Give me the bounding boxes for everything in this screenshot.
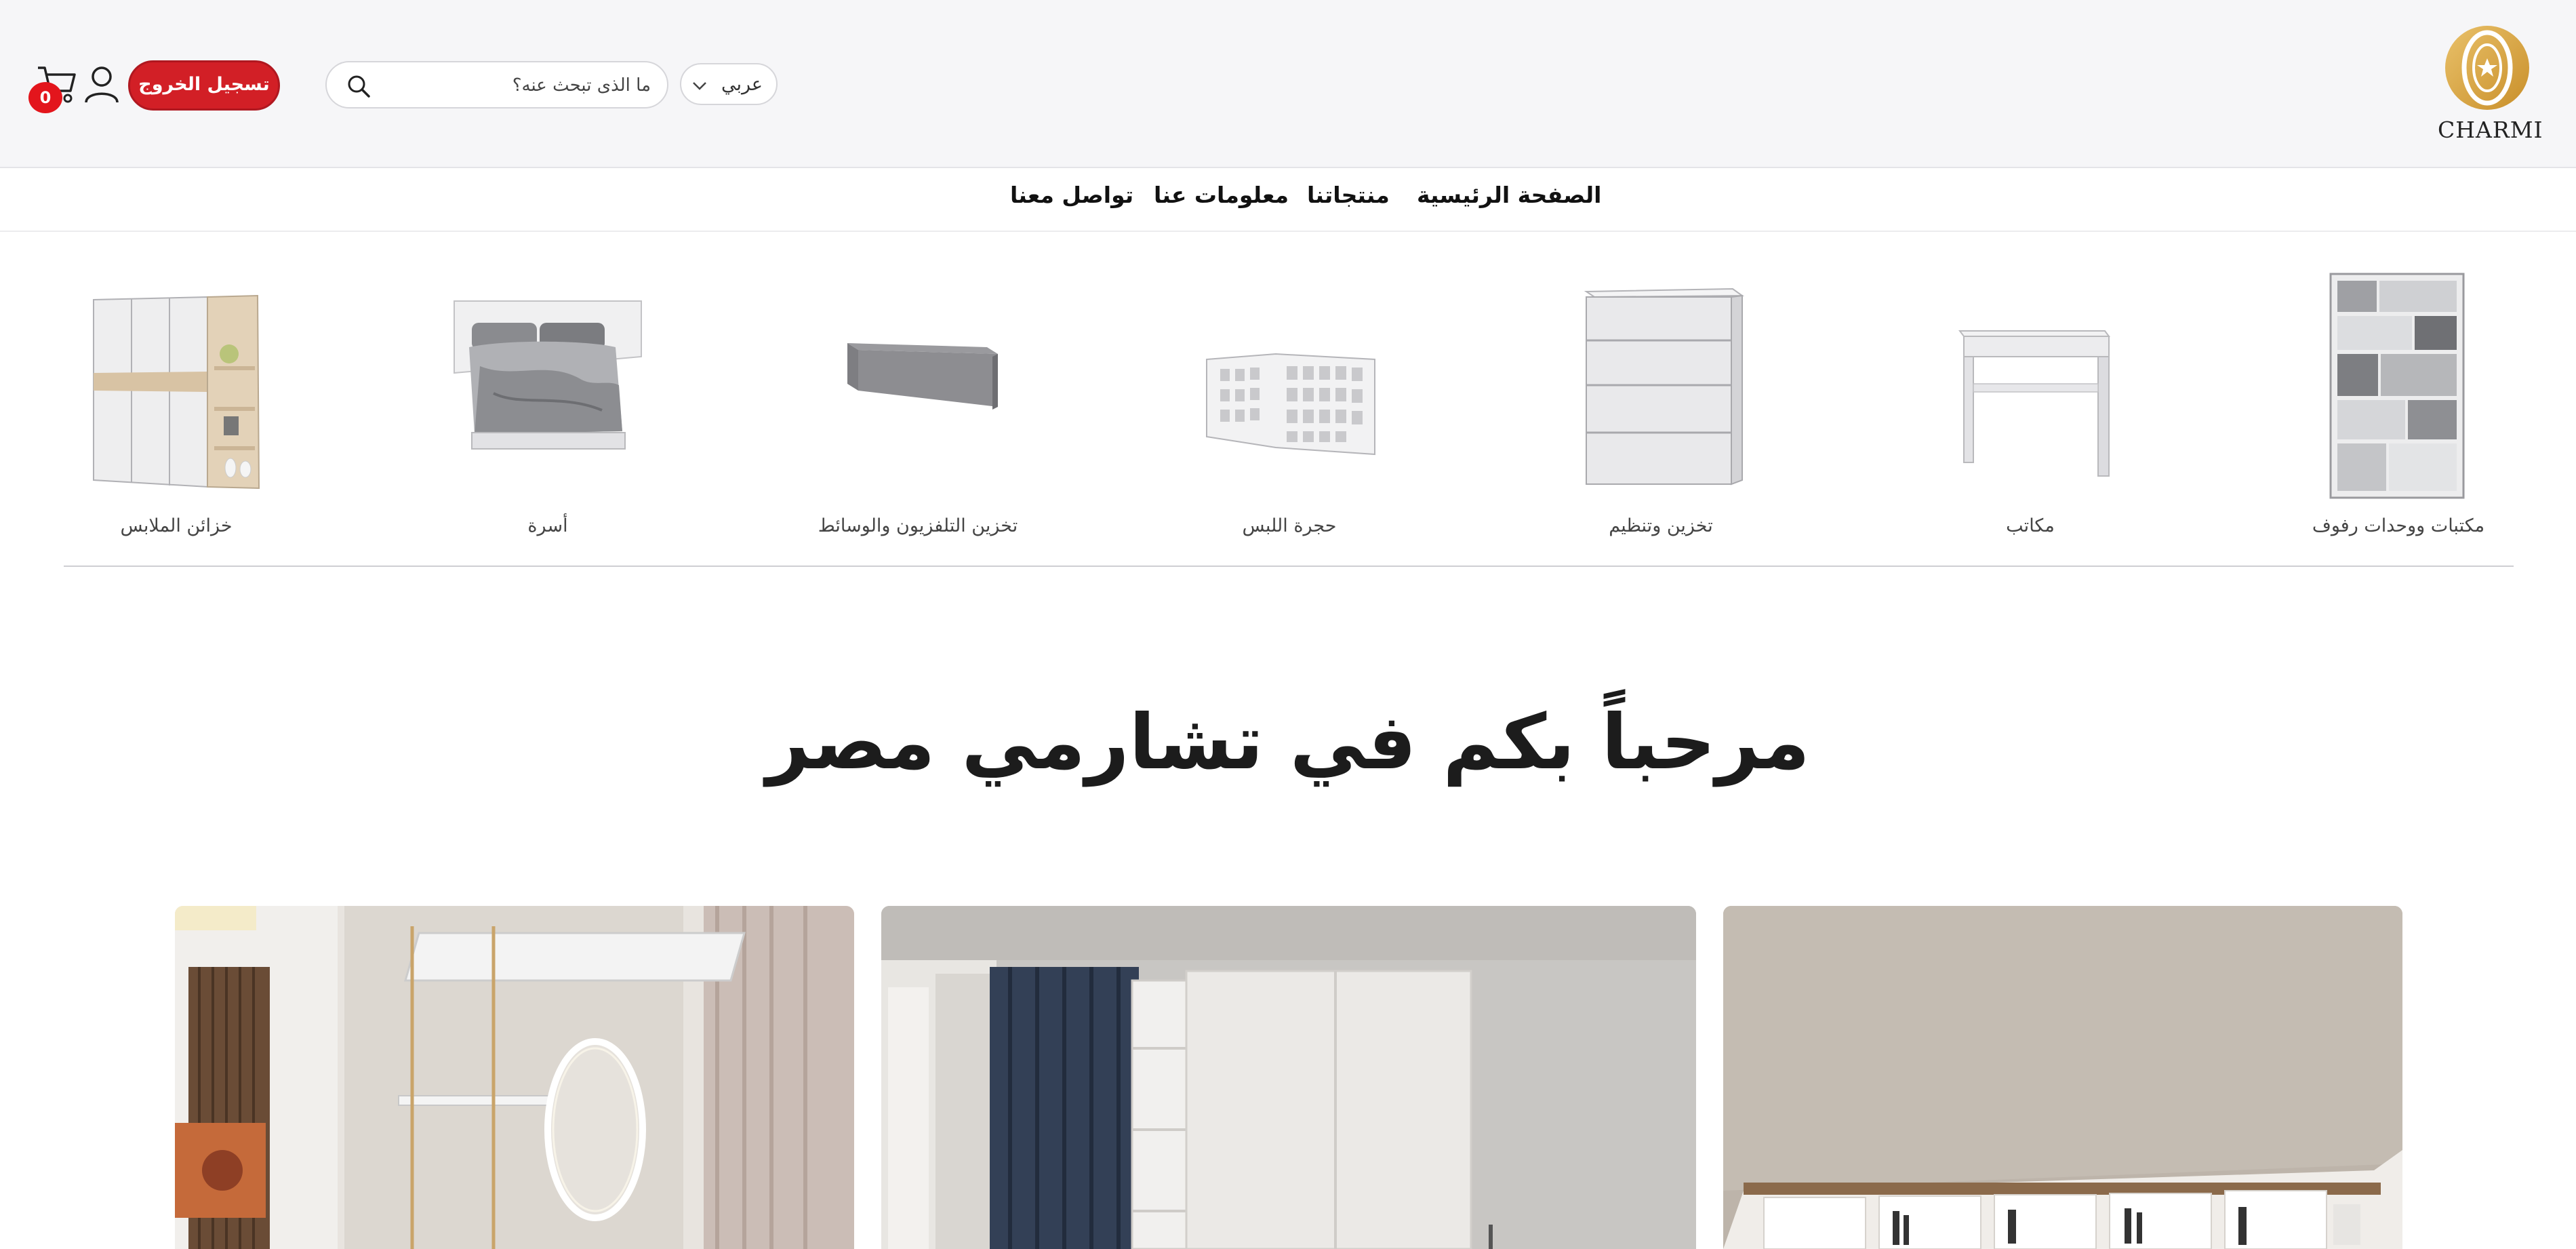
nav-home[interactable]: الصفحة الرئيسية bbox=[1417, 182, 1601, 208]
search-icon[interactable] bbox=[346, 73, 371, 99]
category-label: أسرة bbox=[527, 515, 568, 536]
vanity-room-image bbox=[175, 906, 854, 1249]
category-storage[interactable]: تخزين وتنظيم bbox=[1539, 264, 1783, 549]
category-label: مكتبات ووحدات رفوف bbox=[2312, 515, 2485, 536]
category-label: خزائن الملابس bbox=[120, 515, 233, 536]
cart-count-badge: 0 bbox=[28, 82, 62, 113]
category-label: تخزين وتنظيم bbox=[1609, 515, 1713, 536]
main-nav: الصفحة الرئيسية منتجاتنا معلومات عنا توا… bbox=[0, 168, 2576, 232]
language-selected: عربي bbox=[721, 74, 763, 95]
nav-products[interactable]: منتجاتنا bbox=[1307, 182, 1390, 208]
category-walk-in-closet[interactable]: حجرة اللبس bbox=[1167, 264, 1411, 549]
category-divider bbox=[64, 566, 2514, 567]
chevron-down-icon bbox=[693, 82, 706, 90]
feature-vanity-room[interactable] bbox=[175, 906, 854, 1249]
tv-unit-image bbox=[847, 343, 998, 410]
user-icon[interactable] bbox=[84, 65, 119, 104]
bookcase-image bbox=[2329, 273, 2465, 499]
desk-image bbox=[1958, 330, 2110, 477]
chest-of-drawers-image bbox=[1584, 288, 1745, 485]
wardrobe-image bbox=[93, 294, 260, 490]
category-desks[interactable]: مكاتب bbox=[1908, 264, 2152, 549]
category-wardrobes[interactable]: خزائن الملابس bbox=[54, 264, 298, 549]
logo-emblem-icon bbox=[2445, 26, 2529, 110]
logo-text: CHARMI bbox=[2438, 117, 2543, 143]
category-bookcases[interactable]: مكتبات ووحدات رفوف bbox=[2276, 264, 2520, 549]
category-beds[interactable]: أسرة bbox=[426, 264, 670, 549]
search-box bbox=[325, 61, 668, 108]
shelving-room-image bbox=[1723, 906, 2402, 1249]
walk-in-closet-image bbox=[1206, 353, 1375, 456]
feature-shelving-room[interactable] bbox=[1723, 906, 2402, 1249]
language-select[interactable]: عربي bbox=[680, 63, 778, 105]
logout-button[interactable]: تسجيل الخروج bbox=[128, 60, 280, 111]
nav-about[interactable]: معلومات عنا bbox=[1154, 182, 1289, 208]
search-input[interactable] bbox=[378, 68, 652, 103]
category-label: مكاتب bbox=[2006, 515, 2055, 536]
category-label: حجرة اللبس bbox=[1242, 515, 1337, 536]
bed-image bbox=[454, 300, 642, 450]
welcome-title: مرحباً بكم في تشارمي مصر bbox=[766, 698, 1810, 787]
wardrobe-room-image bbox=[881, 906, 1696, 1249]
category-label: تخزين التلفزيون والوسائط bbox=[818, 515, 1018, 536]
category-tv-storage[interactable]: تخزين التلفزيون والوسائط bbox=[796, 264, 1040, 549]
charmi-logo[interactable]: CHARMI bbox=[2438, 24, 2543, 146]
nav-contact[interactable]: تواصل معنا bbox=[1010, 182, 1133, 208]
site-header: CHARMI عربي تسجيل الخروج 0 bbox=[0, 0, 2576, 168]
feature-wardrobe-room[interactable] bbox=[881, 906, 1696, 1249]
